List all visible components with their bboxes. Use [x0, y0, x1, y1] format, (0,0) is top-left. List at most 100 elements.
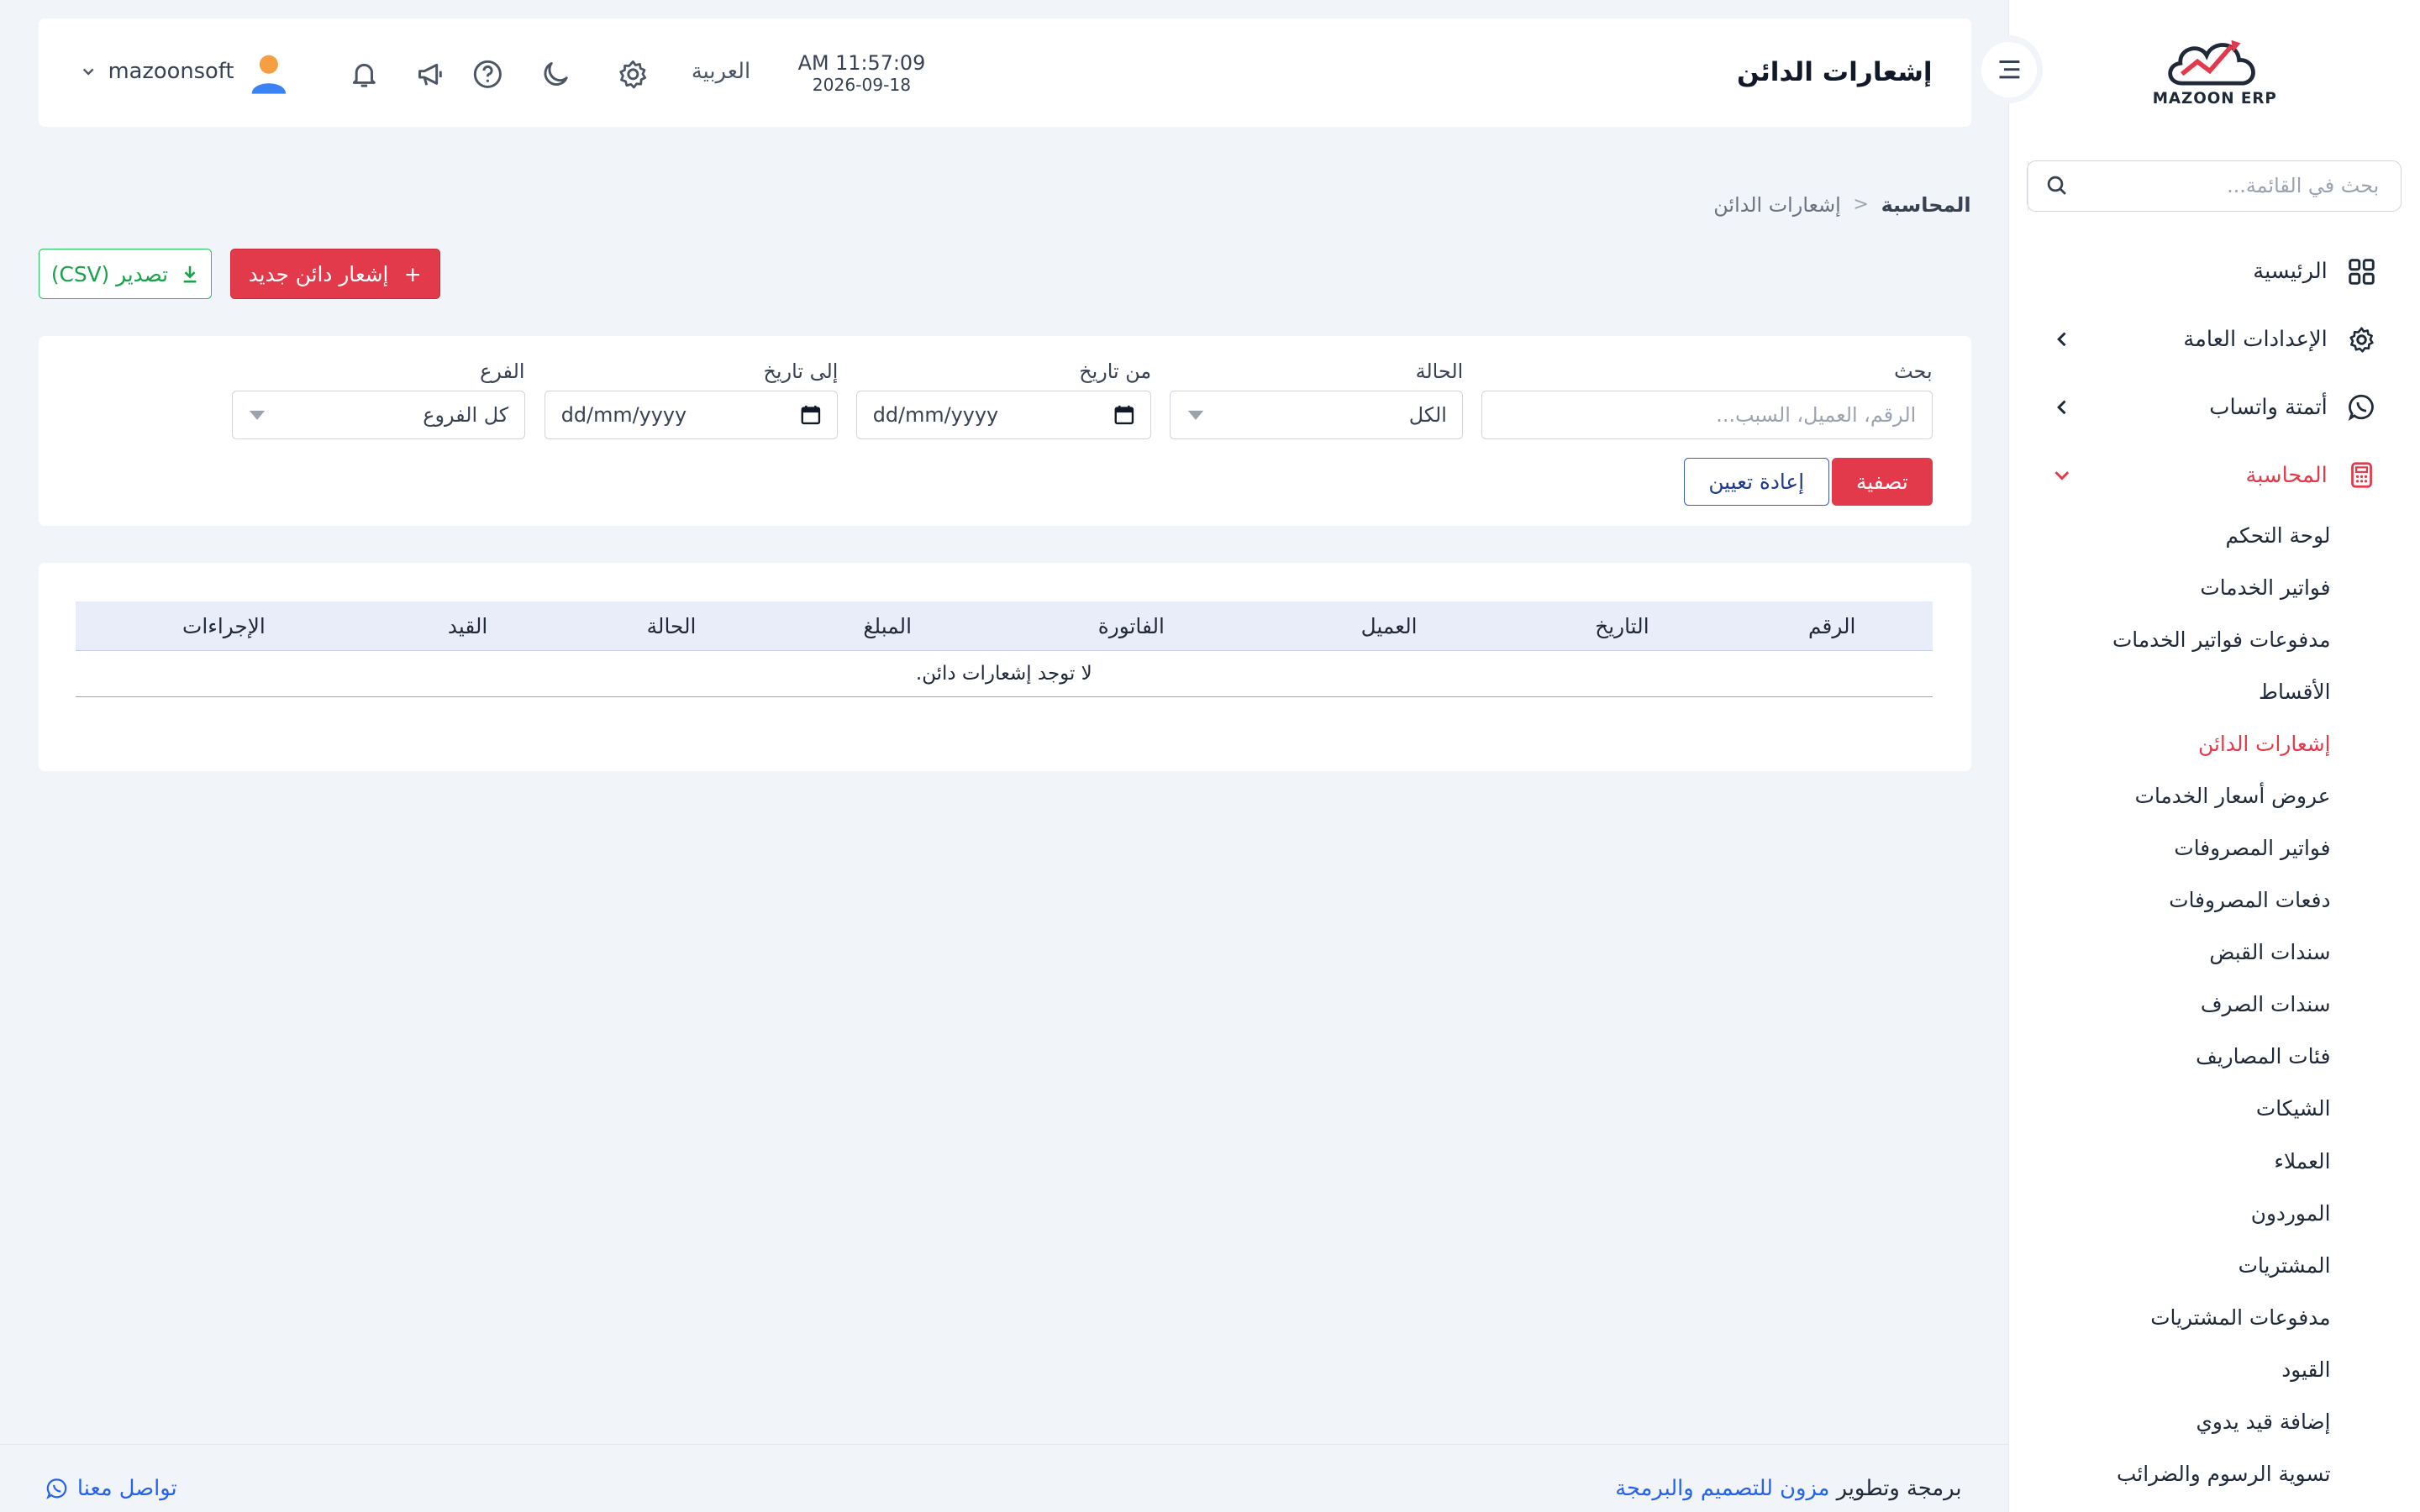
- table-empty-message: لا توجد إشعارات دائن.: [76, 651, 1933, 698]
- download-icon: [181, 265, 199, 283]
- sidebar-subitem[interactable]: لوحة التحكم: [2008, 509, 2331, 561]
- top-header: إشعارات الدائن AM 11:57:09 2026-09-18 ال…: [38, 18, 1971, 127]
- user-avatar[interactable]: [249, 52, 289, 95]
- sidebar-subitem[interactable]: الشيكات: [2008, 1083, 2331, 1135]
- bell-icon[interactable]: [347, 57, 381, 91]
- grid-icon: [2346, 256, 2377, 287]
- dropdown-arrow-icon: [1186, 409, 1205, 422]
- sidebar-subitem[interactable]: المشتريات: [2008, 1239, 2331, 1291]
- table-column-header[interactable]: التاريخ: [1595, 601, 1649, 651]
- footer-credit-link[interactable]: مزون للتصميم والبرمجة: [1615, 1476, 1829, 1501]
- chevron-left-icon: [2051, 328, 2073, 350]
- search-filter-input[interactable]: الرقم، العميل، السبب...: [1481, 390, 1933, 440]
- sidebar-subitem[interactable]: مدفوعات فواتير الخدمات: [2008, 613, 2331, 665]
- brand-logo[interactable]: MAZOON ERP: [2130, 28, 2300, 120]
- chevron-left-icon: [2051, 396, 2073, 418]
- menu-lines-icon: [1999, 60, 2020, 79]
- branch-select-value: كل الفروع: [423, 403, 509, 428]
- dropdown-arrow-icon: [248, 409, 266, 422]
- user-menu[interactable]: mazoonsoft: [81, 59, 234, 84]
- status-select-value: الكل: [1408, 403, 1447, 428]
- export-csv-button[interactable]: تصدير (CSV): [38, 248, 212, 300]
- table-column-header[interactable]: المبلغ: [863, 601, 912, 651]
- filter-card: بحث الرقم، العميل، السبب... الحالة الكل …: [38, 336, 1971, 527]
- clock: AM 11:57:09 2026-09-18: [798, 52, 926, 95]
- sidebar-toggle-button[interactable]: [1975, 35, 2044, 104]
- sidebar-subitem[interactable]: القيود: [2008, 1343, 2330, 1395]
- sidebar-subitem[interactable]: إضافة قيد يدوي: [2008, 1395, 2331, 1447]
- gear-icon: [2346, 324, 2377, 355]
- search-filter-placeholder: الرقم، العميل، السبب...: [1716, 403, 1917, 428]
- table-column-header[interactable]: العميل: [1361, 601, 1418, 651]
- sidebar-subitem[interactable]: مدفوعات المشتريات: [2008, 1291, 2330, 1343]
- help-circle-icon[interactable]: [471, 57, 504, 91]
- chevron-down-icon: [2051, 465, 2073, 486]
- sidebar-search-input[interactable]: [2086, 161, 2401, 211]
- search-icon[interactable]: [2027, 161, 2086, 211]
- table-header: الرقم التاريخ العميل الفاتورة المبلغ الحالة ال…: [76, 601, 1933, 652]
- to-date-input[interactable]: dd/mm/yyyy: [544, 390, 839, 440]
- calendar-icon: [1113, 404, 1135, 426]
- from-date-input[interactable]: dd/mm/yyyy: [856, 390, 1152, 440]
- sidebar-subitem[interactable]: فواتير المصروفات: [2008, 822, 2330, 874]
- branch-filter-label: الفرع: [480, 359, 525, 383]
- sidebar-subitem[interactable]: فواتير الخدمات: [2008, 561, 2330, 613]
- sidebar-subitem[interactable]: الموردون: [2008, 1187, 2331, 1239]
- contact-us-link[interactable]: تواصل معنا: [46, 1476, 177, 1501]
- username: mazoonsoft: [108, 58, 234, 84]
- sidebar-subitem[interactable]: العملاء: [2008, 1135, 2330, 1187]
- table-column-header[interactable]: الفاتورة: [1098, 601, 1165, 651]
- sidebar-subitem[interactable]: سندات القبض: [2008, 927, 2330, 979]
- footer-credit-prefix: برمجة وتطوير: [1836, 1475, 1962, 1501]
- megaphone-icon[interactable]: [413, 57, 447, 91]
- table-column-header[interactable]: الحالة: [647, 601, 697, 651]
- logo-text: MAZOON ERP: [2152, 89, 2277, 108]
- breadcrumb-root[interactable]: المحاسبة: [1881, 193, 1971, 217]
- plus-icon: +: [403, 261, 422, 286]
- branch-filter: الفرع كل الفروع: [231, 359, 525, 440]
- sidebar-search: [2026, 160, 2402, 212]
- sidebar-item-label: الإعدادات العامة: [2183, 327, 2328, 353]
- sidebar-subitem[interactable]: عروض أسعار الخدمات: [2008, 769, 2331, 822]
- sidebar-item-label: المحاسبة: [2245, 462, 2328, 488]
- sidebar-item-general-settings[interactable]: الإعدادات العامة: [2008, 306, 2420, 374]
- clock-time: AM 11:57:09: [797, 51, 926, 76]
- footer-credit: برمجة وتطوير مزون للتصميم والبرمجة: [1615, 1476, 1961, 1501]
- page-title: إشعارات الدائن: [1736, 57, 1933, 88]
- sidebar-item-accounting[interactable]: المحاسبة: [2008, 441, 2420, 509]
- calendar-icon: [800, 404, 822, 426]
- new-credit-note-button[interactable]: + إشعار دائن جديد: [229, 248, 440, 300]
- whatsapp-icon: [2346, 392, 2377, 423]
- sidebar-subitem[interactable]: تسوية الرسوم والضرائب: [2008, 1448, 2330, 1500]
- breadcrumb: المحاسبة < إشعارات الدائن: [1713, 193, 1970, 217]
- table-column-header[interactable]: الرقم: [1808, 601, 1855, 651]
- sidebar-subitem[interactable]: سندات الصرف: [2008, 979, 2331, 1031]
- to-date-label: إلى تاريخ: [763, 359, 839, 383]
- table-column-header[interactable]: القيد: [448, 601, 487, 651]
- to-date-placeholder: dd/mm/yyyy: [560, 403, 687, 428]
- to-date-filter: إلى تاريخ dd/mm/yyyy: [544, 359, 839, 440]
- branch-select[interactable]: كل الفروع: [231, 390, 525, 440]
- settings-gear-icon[interactable]: [616, 57, 650, 91]
- chevron-down-icon: [81, 64, 96, 79]
- table-column-header[interactable]: الإجراءات: [182, 601, 266, 651]
- export-csv-label: تصدير (CSV): [50, 261, 169, 286]
- sidebar-subitem[interactable]: فئات المصاريف: [2008, 1031, 2330, 1083]
- dark-mode-moon-icon[interactable]: [539, 57, 572, 91]
- sidebar-item-home[interactable]: الرئيسية: [2008, 238, 2420, 306]
- sidebar-item-label: الرئيسية: [2253, 259, 2328, 285]
- status-filter-label: الحالة: [1415, 359, 1464, 383]
- apply-filter-button[interactable]: تصفية: [1832, 458, 1933, 507]
- from-date-filter: من تاريخ dd/mm/yyyy: [856, 360, 1152, 440]
- sidebar-item-label: أتمتة واتساب: [2209, 394, 2328, 420]
- sidebar-item-whatsapp-automation[interactable]: أتمتة واتساب: [2008, 373, 2420, 441]
- sidebar-subitem[interactable]: الأقساط: [2008, 665, 2330, 717]
- sidebar-subitem[interactable]: إشعارات الدائن: [2008, 717, 2330, 769]
- status-select[interactable]: الكل: [1170, 390, 1464, 440]
- calculator-icon: [2346, 459, 2377, 491]
- sidebar-subitem[interactable]: دفعات المصروفات: [2008, 874, 2330, 927]
- logo-cloud-icon: [2168, 39, 2256, 86]
- reset-filter-button[interactable]: إعادة تعيين: [1683, 458, 1829, 507]
- breadcrumb-current: إشعارات الدائن: [1713, 192, 1841, 217]
- language-switch[interactable]: العربية: [692, 59, 750, 84]
